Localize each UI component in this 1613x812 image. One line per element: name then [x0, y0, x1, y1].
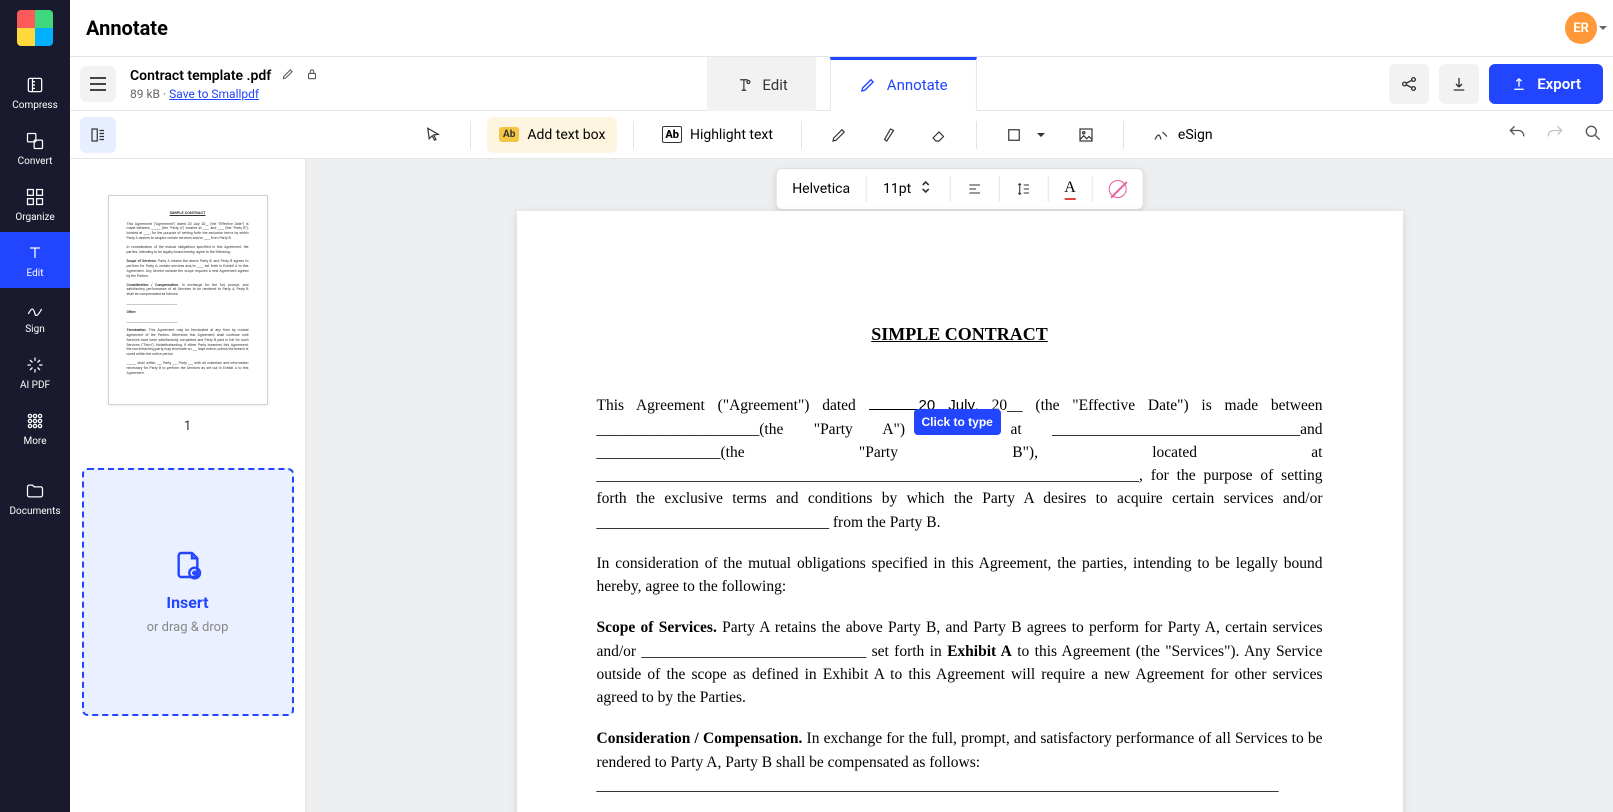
tab-annotate[interactable]: Annotate [830, 57, 977, 111]
left-sidebar: Compress Convert Organize Edit Sign AI P… [0, 0, 70, 812]
document-filename: Contract template .pdf [130, 68, 271, 84]
rail-label: Sign [25, 324, 45, 335]
document-heading: SIMPLE CONTRACT [597, 321, 1323, 348]
rail-label: Compress [12, 100, 58, 111]
sidebar-item-convert[interactable]: Convert [0, 120, 70, 176]
marker-tool[interactable] [868, 117, 910, 153]
page-number: 1 [184, 419, 191, 434]
share-button[interactable] [1389, 64, 1429, 104]
redo-button[interactable] [1545, 123, 1565, 147]
menu-button[interactable] [80, 66, 116, 102]
workspace: SIMPLE CONTRACT This Agreement ("Agreeme… [70, 159, 1613, 812]
undo-button[interactable] [1507, 123, 1527, 147]
font-family-select[interactable]: Helvetica [776, 169, 866, 209]
line-spacing-button[interactable] [999, 169, 1047, 209]
rail-label: More [23, 436, 46, 447]
insert-label: Insert [166, 593, 208, 612]
rail-label: AI PDF [20, 380, 50, 391]
sidebar-item-compress[interactable]: Compress [0, 64, 70, 120]
add-text-box-button[interactable]: Ab Add text box [487, 117, 617, 153]
sidebar-item-documents[interactable]: Documents [0, 470, 70, 526]
convert-icon [24, 130, 46, 152]
align-button[interactable] [950, 169, 998, 209]
click-to-type-tooltip: Click to type [914, 409, 1001, 435]
highlight-text-button[interactable]: Ab Highlight text [650, 117, 785, 153]
canvas-area[interactable]: Helvetica 11pt A SIMPLE CONTRACT This Ag… [306, 159, 1613, 812]
tab-edit[interactable]: Edit [706, 57, 815, 111]
file-size: 89 kB [130, 87, 160, 101]
file-add-icon [172, 549, 204, 585]
header: Annotate ER [70, 0, 1613, 57]
pointer-tool[interactable] [412, 117, 454, 153]
sparkle-icon [24, 354, 46, 376]
thumbnail-toggle-button[interactable] [80, 117, 116, 153]
document-paragraph: In consideration of the mutual obligatio… [597, 552, 1323, 599]
folder-icon [24, 480, 46, 502]
document-paragraph: Scope of Services. Party A retains the a… [597, 616, 1323, 709]
eraser-tool[interactable] [918, 117, 960, 153]
sign-icon [24, 298, 46, 320]
pencil-tool[interactable] [818, 117, 860, 153]
document-paragraph: Consideration / Compensation. In exchang… [597, 727, 1323, 812]
stepper-icon [917, 179, 933, 199]
insert-dropzone[interactable]: Insert or drag & drop [82, 468, 294, 716]
image-tool[interactable] [1065, 117, 1107, 153]
drag-label: or drag & drop [147, 620, 229, 635]
compress-icon [24, 74, 46, 96]
text-ab-icon: Ab [499, 127, 519, 142]
rail-label: Convert [18, 156, 53, 167]
search-button[interactable] [1583, 123, 1603, 147]
edit-text-icon [24, 242, 46, 264]
annotation-toolbar: Ab Add text box Ab Highlight text eSign [70, 111, 1613, 159]
rail-label: Edit [27, 268, 44, 279]
text-color-button[interactable]: A [1048, 169, 1092, 209]
highlight-icon: Ab [662, 126, 682, 143]
sidebar-item-more[interactable]: More [0, 400, 70, 456]
page-thumbnail[interactable]: SIMPLE CONTRACT This Agreement ("Agreeme… [108, 195, 268, 405]
app-logo[interactable] [17, 10, 53, 46]
organize-icon [24, 186, 46, 208]
lock-icon[interactable] [305, 67, 319, 85]
export-button[interactable]: Export [1489, 64, 1603, 104]
page-title: Annotate [86, 16, 168, 40]
esign-button[interactable]: eSign [1140, 117, 1225, 153]
sidebar-item-sign[interactable]: Sign [0, 288, 70, 344]
rail-label: Organize [15, 212, 54, 223]
font-size-select[interactable]: 11pt [867, 169, 949, 209]
avatar[interactable]: ER [1565, 12, 1597, 44]
download-button[interactable] [1439, 64, 1479, 104]
sidebar-item-organize[interactable]: Organize [0, 176, 70, 232]
save-link[interactable]: Save to Smallpdf [169, 87, 259, 101]
rail-label: Documents [9, 506, 60, 517]
sidebar-item-edit[interactable]: Edit [0, 232, 70, 288]
grid-more-icon [24, 410, 46, 432]
shape-tool[interactable] [993, 117, 1057, 153]
document-page[interactable]: SIMPLE CONTRACT This Agreement ("Agreeme… [517, 211, 1403, 812]
sidebar-item-ai-pdf[interactable]: AI PDF [0, 344, 70, 400]
rename-icon[interactable] [281, 67, 295, 85]
no-fill-icon [1109, 180, 1127, 198]
document-bar: Contract template .pdf 89 kB · Save to S… [70, 57, 1613, 111]
text-format-toolbar: Helvetica 11pt A [775, 168, 1144, 210]
no-fill-button[interactable] [1093, 169, 1143, 209]
thumbnails-panel: SIMPLE CONTRACT This Agreement ("Agreeme… [70, 159, 306, 812]
